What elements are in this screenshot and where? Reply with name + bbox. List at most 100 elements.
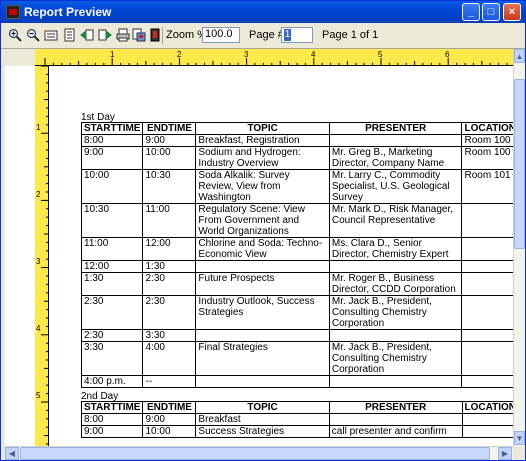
table-cell: 4:00	[142, 341, 197, 376]
table-cell	[461, 203, 513, 238]
page-width-icon[interactable]	[43, 27, 59, 43]
size-grip[interactable]	[513, 446, 525, 460]
zoom-out-icon[interactable]	[25, 27, 41, 43]
scroll-left-button[interactable]: ◀	[5, 447, 19, 460]
scroll-down-button[interactable]: ▼	[514, 431, 525, 445]
column-header: PRESENTER	[328, 122, 463, 135]
table-cell: 10:30	[80, 203, 144, 238]
table-cell: 10:00	[142, 146, 197, 170]
day2-schedule-table: STARTTIME ENDTIME TOPIC PRESENTER LOCATI…	[80, 401, 513, 438]
h-ruler-number: 5	[378, 50, 383, 59]
preview-viewport[interactable]: 1st Day STARTTIME ENDTIME TOPIC PRESENTE…	[5, 66, 513, 446]
export-icon[interactable]	[131, 27, 147, 43]
table-cell: 10:00	[80, 169, 144, 204]
toolbar-separator	[162, 27, 163, 44]
table-cell	[461, 295, 513, 330]
table-row: 8:00 9:00 Breakfast	[80, 413, 513, 426]
column-header: LOCATION	[461, 401, 513, 414]
app-icon	[6, 5, 20, 19]
column-header: STARTTIME	[80, 122, 144, 135]
table-cell: 1:30	[80, 272, 144, 296]
table-cell: 11:00	[142, 203, 197, 238]
table-cell: 2:30	[80, 329, 144, 342]
column-header: PRESENTER	[328, 401, 463, 414]
close-button[interactable]: ×	[503, 3, 521, 21]
page-label: Page #	[249, 29, 284, 41]
table-cell: Soda Alkalik: Survey Review, View from W…	[195, 169, 330, 204]
table-cell	[461, 425, 513, 438]
v-ruler-number: 1	[36, 123, 41, 132]
table-cell: 3:30	[142, 329, 197, 342]
column-header: STARTTIME	[80, 401, 144, 414]
table-row: 10:00 10:30 Soda Alkalik: Survey Review, V…	[80, 169, 513, 204]
table-cell: Ms. Clara D., Senior Director, Chemistry…	[328, 237, 463, 261]
table-cell: Room 101	[461, 169, 513, 204]
column-header: ENDTIME	[142, 401, 197, 414]
horizontal-ruler: 1 2 3 4 5 6	[35, 49, 513, 66]
title-bar[interactable]: Report Preview _ □ ×	[1, 1, 525, 23]
table-cell: Success Strategies	[195, 425, 330, 438]
table-row: 12:00 1:30	[80, 260, 513, 273]
minimize-button[interactable]: _	[462, 3, 480, 21]
table-cell: 11:00	[80, 237, 144, 261]
vertical-scroll-thumb[interactable]	[514, 79, 525, 249]
table-cell: 9:00	[142, 134, 197, 147]
table-cell: 2:30	[142, 295, 197, 330]
table-header-row: STARTTIME ENDTIME TOPIC PRESENTER LOCATI…	[80, 401, 513, 414]
toolbar: Zoom % 100.0 Page # 1 Page 1 of 1	[1, 23, 525, 49]
h-ruler-number: 4	[311, 50, 316, 59]
zoom-label: Zoom %	[166, 29, 207, 41]
maximize-button[interactable]: □	[482, 3, 500, 21]
table-cell: Breakfast, Registration	[195, 134, 330, 147]
table-row: 11:00 12:00 Chlorine and Soda: Techno-Econ…	[80, 237, 513, 261]
v-ruler-number: 4	[36, 324, 41, 333]
vertical-ruler: 1 2 3 4 5	[35, 66, 49, 446]
table-cell: Mr. Jack B., President, Consulting Chemi…	[328, 341, 463, 376]
table-cell: 10:30	[142, 169, 197, 204]
table-cell: --	[142, 375, 197, 388]
report-preview-window: Report Preview _ □ × Zoom % 100.0 Page #…	[0, 0, 526, 461]
table-cell: 3:30	[80, 341, 144, 376]
table-cell	[328, 413, 463, 426]
close-preview-icon[interactable]	[147, 27, 163, 43]
page-number-value: 1	[284, 29, 291, 41]
prev-page-icon[interactable]	[79, 27, 95, 43]
print-icon[interactable]	[115, 27, 131, 43]
horizontal-ruler-ticks	[44, 58, 508, 65]
scroll-right-button[interactable]: ▶	[498, 447, 512, 460]
table-cell: call presenter and confirm	[328, 425, 463, 438]
zoom-in-icon[interactable]	[7, 27, 23, 43]
table-cell	[328, 329, 463, 342]
table-row: 2:30 2:30 Industry Outlook, Success Strate…	[80, 295, 513, 330]
table-row: 8:00 9:00 Breakfast, Registration Room 100	[80, 134, 513, 147]
zoom-input[interactable]: 100.0	[202, 27, 240, 43]
page-number-input[interactable]: 1	[281, 27, 313, 43]
table-cell: Mr. Larry C., Commodity Specialist, U.S.…	[328, 169, 463, 204]
table-cell: Room 100	[461, 134, 513, 147]
column-header: ENDTIME	[142, 122, 197, 135]
table-cell: Chlorine and Soda: Techno-Economic View	[195, 237, 330, 261]
table-cell	[461, 237, 513, 261]
table-cell: 12:00	[142, 237, 197, 261]
report-page: 1st Day STARTTIME ENDTIME TOPIC PRESENTE…	[49, 66, 513, 446]
h-ruler-number: 1	[110, 50, 115, 59]
v-ruler-number: 3	[36, 257, 41, 266]
next-page-icon[interactable]	[97, 27, 113, 43]
table-cell: 2:30	[80, 295, 144, 330]
column-header: TOPIC	[195, 122, 330, 135]
window-title: Report Preview	[24, 5, 112, 19]
table-cell	[461, 329, 513, 342]
table-cell: Future Prospects	[195, 272, 330, 296]
table-cell: 1:30	[142, 260, 197, 273]
scroll-up-button[interactable]: ▲	[514, 49, 525, 63]
table-row: 2:30 3:30	[80, 329, 513, 342]
column-header: LOCATION	[461, 122, 513, 135]
table-cell: Room 100	[461, 146, 513, 170]
vertical-scrollbar[interactable]: ▲ ▼	[513, 49, 525, 446]
table-cell: 9:00	[80, 146, 144, 170]
table-cell	[195, 260, 330, 273]
v-ruler-number: 2	[36, 190, 41, 199]
horizontal-scroll-thumb[interactable]	[20, 447, 490, 460]
horizontal-scrollbar[interactable]: ◀ ▶	[5, 446, 513, 460]
full-page-icon[interactable]	[61, 27, 77, 43]
